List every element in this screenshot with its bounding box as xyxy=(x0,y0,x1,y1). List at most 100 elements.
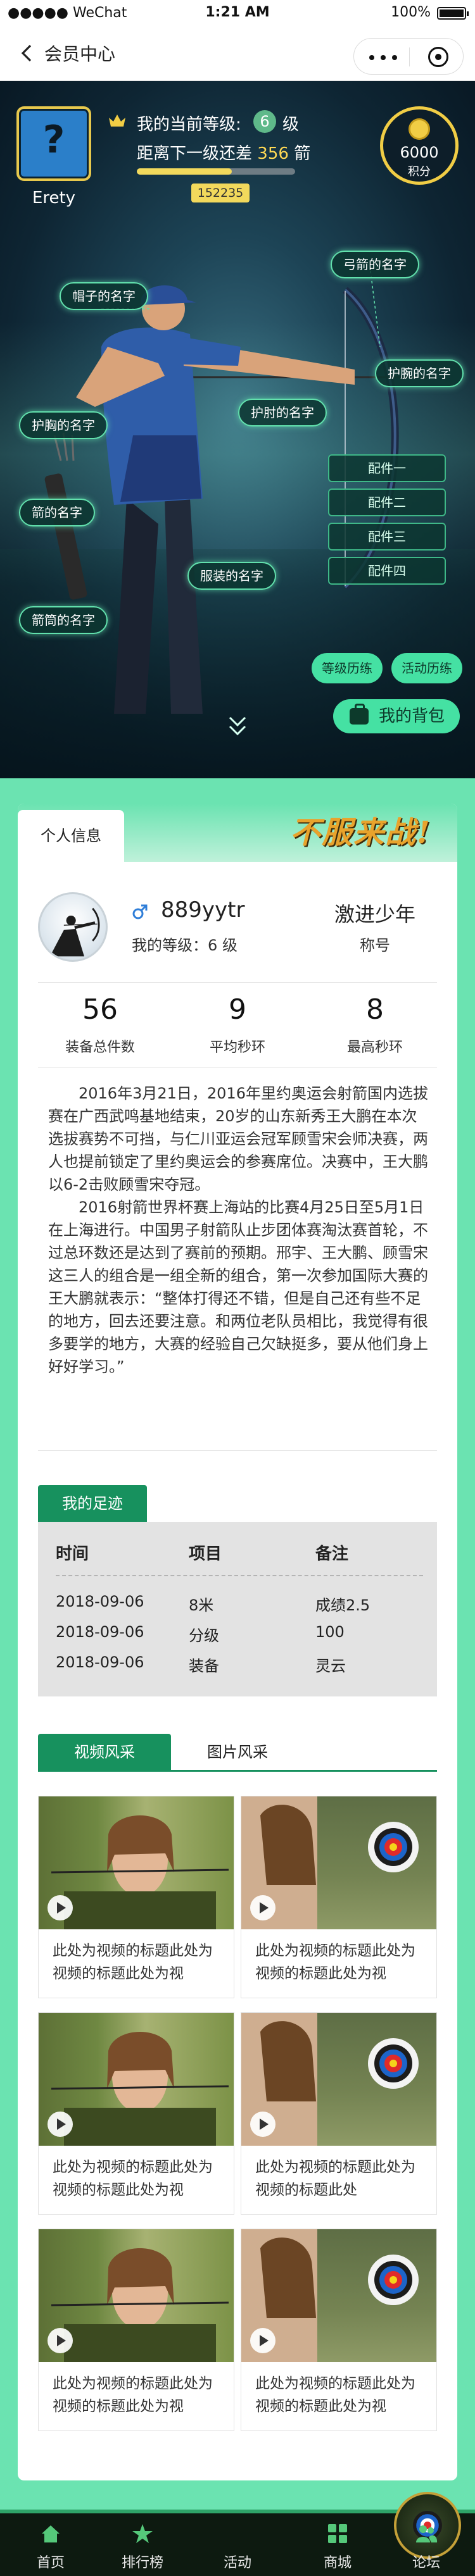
tab-ranking[interactable]: 排行榜 xyxy=(95,2516,190,2576)
nav-bar: 会员中心 xyxy=(0,25,475,81)
play-icon[interactable] xyxy=(48,1895,73,1920)
track-section-title: 我的足迹 xyxy=(38,1485,147,1522)
label-hat[interactable]: 帽子的名字 xyxy=(60,282,148,310)
accessory-2[interactable]: 配件二 xyxy=(328,488,446,516)
video-thumbnail xyxy=(39,1796,234,1929)
battery-icon xyxy=(437,7,469,20)
video-card[interactable]: 此处为视频的标题此处为视频的标题此处为视 xyxy=(38,2012,234,2215)
table-row: 2018-09-06 分级 100 xyxy=(56,1623,423,1646)
backpack-button[interactable]: 我的背包 xyxy=(333,699,460,733)
battery-text: 100% xyxy=(391,4,431,20)
points-value: 6000 xyxy=(400,144,439,161)
video-title: 此处为视频的标题此处为视频的标题此处为视 xyxy=(255,1943,415,1982)
coin-icon xyxy=(408,118,430,140)
back-arrow-icon[interactable] xyxy=(16,42,39,65)
activity-history-button[interactable]: 活动历练 xyxy=(391,653,462,683)
scroll-down-chevron-icon[interactable] xyxy=(226,714,249,740)
slogan-text: 不服来战! xyxy=(290,815,432,850)
video-title: 此处为视频的标题此处为视频的标题此处为视 xyxy=(53,1943,213,1982)
video-thumbnail xyxy=(39,2013,234,2146)
points-unit: 积分 xyxy=(408,165,431,178)
cell-time: 2018-09-06 xyxy=(56,1653,144,1671)
archer-silhouette-icon xyxy=(51,907,100,957)
stat-label: 装备总件数 xyxy=(65,1040,135,1055)
cell-item: 装备 xyxy=(189,1657,219,1675)
bottom-tab-bar: 首页 排行榜 活动 商城 论坛 xyxy=(0,2492,475,2576)
header-item: 项目 xyxy=(189,1545,222,1564)
people-icon xyxy=(416,2525,438,2542)
label-arrow[interactable]: 箭的名字 xyxy=(19,499,95,526)
cell-time: 2018-09-06 xyxy=(56,1593,144,1610)
next-level-unit: 箭 xyxy=(294,144,311,163)
male-gender-icon xyxy=(132,904,148,919)
cell-item: 8米 xyxy=(189,1596,214,1614)
label-bow[interactable]: 弓箭的名字 xyxy=(331,251,419,278)
video-title: 此处为视频的标题此处为视频的标题此处 xyxy=(255,2159,415,2198)
tab-videos[interactable]: 视频风采 xyxy=(38,1734,171,1770)
next-level-prefix: 距离下一级还差 xyxy=(137,144,253,163)
star-icon xyxy=(132,2524,153,2543)
stat-average: 9 平均秒环 xyxy=(174,993,301,1056)
cell-note: 成绩2.5 xyxy=(315,1596,370,1614)
unknown-avatar-icon: ? xyxy=(42,118,65,162)
tab-shop[interactable]: 商城 xyxy=(290,2516,385,2576)
label-clothes[interactable]: 服装的名字 xyxy=(187,562,276,590)
label-chestguard[interactable]: 护胸的名字 xyxy=(19,411,108,439)
media-tabs: 视频风采 图片风采 xyxy=(38,1734,437,1772)
level-history-button[interactable]: 等级历练 xyxy=(312,653,383,683)
header-note: 备注 xyxy=(315,1545,349,1564)
label-armguard-right[interactable]: 护肘的名字 xyxy=(238,399,327,426)
backpack-label: 我的背包 xyxy=(379,707,445,726)
points-badge[interactable]: 6000 积分 xyxy=(380,106,459,185)
video-card[interactable]: 此处为视频的标题此处为视频的标题此处为视 xyxy=(241,1796,437,1998)
hero-banner: ? Erety 我的当前等级: 6 级 距离下一级还差 356 箭 152235… xyxy=(0,81,475,778)
stat-best: 8 最高秒环 xyxy=(312,993,438,1056)
video-card[interactable]: 此处为视频的标题此处为视频的标题此处 xyxy=(241,2012,437,2215)
stat-equipment: 56 装备总件数 xyxy=(37,993,163,1056)
label-guard[interactable]: 护腕的名字 xyxy=(375,359,464,387)
header-time: 时间 xyxy=(56,1545,89,1564)
cell-time: 2018-09-06 xyxy=(56,1623,144,1641)
news-article: 2016年3月21日，2016年里约奥运会射箭国内选拔赛在广西武鸣基地结束，20… xyxy=(48,1082,428,1378)
tab-forum[interactable]: 论坛 xyxy=(379,2516,474,2576)
stat-value: 8 xyxy=(366,993,384,1026)
stat-value: 9 xyxy=(229,993,246,1026)
tab-activity[interactable]: 活动 xyxy=(190,2492,461,2576)
profile-title-value: 激进少年 xyxy=(334,902,415,926)
play-icon[interactable] xyxy=(250,1895,276,1920)
backpack-icon xyxy=(350,704,369,725)
play-icon[interactable] xyxy=(250,2328,276,2353)
table-row: 2018-09-06 8米 成绩2.5 xyxy=(56,1593,423,1615)
play-icon[interactable] xyxy=(48,2112,73,2137)
tab-home[interactable]: 首页 xyxy=(3,2516,98,2576)
level-prefix: 我的当前等级: xyxy=(137,115,241,134)
article-paragraph: 2016年3月21日，2016年里约奥运会射箭国内选拔赛在广西武鸣基地结束，20… xyxy=(48,1085,428,1193)
profile-avatar[interactable] xyxy=(38,892,108,962)
info-card: 个人信息 不服来战! 889yytr 我的等级：6 级 激进少年 称号 56 装… xyxy=(18,804,457,2480)
player-avatar[interactable]: ? xyxy=(16,106,91,181)
video-thumbnail xyxy=(241,1796,436,1929)
play-icon[interactable] xyxy=(48,2328,73,2353)
accessory-4[interactable]: 配件四 xyxy=(328,557,446,585)
close-program-icon[interactable] xyxy=(428,47,448,67)
tab-label: 商城 xyxy=(323,2555,352,2571)
cell-item: 分级 xyxy=(189,1627,219,1645)
video-card[interactable]: 此处为视频的标题此处为视频的标题此处为视 xyxy=(38,2229,234,2431)
accessory-3[interactable]: 配件三 xyxy=(328,523,446,551)
tab-label: 首页 xyxy=(36,2555,65,2571)
level-progress-bar xyxy=(137,168,295,175)
video-card[interactable]: 此处为视频的标题此处为视频的标题此处为视 xyxy=(38,1796,234,1998)
tab-personal-info[interactable]: 个人信息 xyxy=(18,810,124,862)
video-title: 此处为视频的标题此处为视频的标题此处为视 xyxy=(53,2159,213,2198)
label-quiver[interactable]: 箭筒的名字 xyxy=(19,606,108,634)
more-icon[interactable] xyxy=(369,55,397,60)
level-progress-fill xyxy=(137,168,232,175)
video-card[interactable]: 此处为视频的标题此处为视频的标题此处为视 xyxy=(241,2229,437,2431)
mini-program-capsule xyxy=(353,38,464,75)
page-title: 会员中心 xyxy=(44,44,116,65)
video-thumbnail xyxy=(241,2013,436,2146)
profile-level: 我的等级：6 级 xyxy=(132,936,238,954)
accessory-1[interactable]: 配件一 xyxy=(328,454,446,482)
play-icon[interactable] xyxy=(250,2112,276,2137)
tab-pictures[interactable]: 图片风采 xyxy=(171,1734,304,1770)
